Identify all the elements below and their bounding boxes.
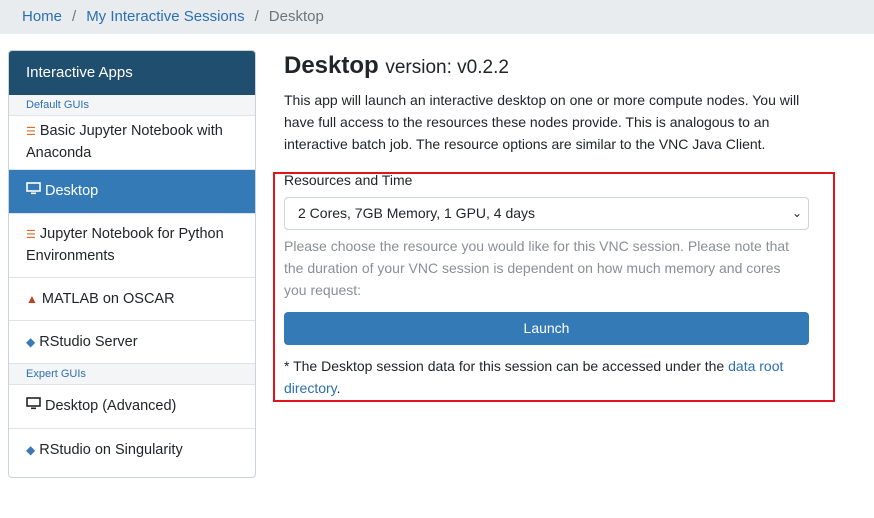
sidebar: Interactive Apps Default GUIs ☰ Basic Jup… <box>8 50 256 478</box>
sidebar-item-text: Desktop <box>45 183 99 199</box>
sidebar-item-matlab[interactable]: ▲ MATLAB on OSCAR <box>9 278 255 321</box>
rstudio-icon: ◆ <box>26 443 36 457</box>
page-title-text: Desktop <box>284 52 379 79</box>
breadcrumb-sessions-link[interactable]: My Interactive Sessions <box>86 8 244 25</box>
breadcrumb-separator: / <box>72 8 77 25</box>
rstudio-icon: ◆ <box>26 334 36 349</box>
sidebar-item-label: ☰ Jupyter Notebook for Python Environment… <box>26 224 238 267</box>
jupyter-icon: ☰ <box>26 229 36 241</box>
sidebar-item-jupyter-python[interactable]: ☰ Jupyter Notebook for Python Environment… <box>9 214 255 278</box>
matlab-icon: ▲ <box>26 291 38 306</box>
sidebar-item-text: RStudio Server <box>39 333 138 350</box>
session-data-note: * The Desktop session data for this sess… <box>284 355 804 399</box>
sidebar-item-text: Basic Jupyter Notebook with Anaconda <box>26 123 223 161</box>
breadcrumb-current: Desktop <box>268 8 324 25</box>
breadcrumb: Home / My Interactive Sessions / Desktop <box>0 0 874 34</box>
launch-button[interactable]: Launch <box>284 312 809 345</box>
sidebar-item-text: Desktop (Advanced) <box>45 398 177 414</box>
note-suffix: . <box>336 380 341 396</box>
sidebar-item-rstudio-singularity[interactable]: ◆ RStudio on Singularity <box>9 429 255 472</box>
breadcrumb-home-link[interactable]: Home <box>22 8 62 25</box>
sidebar-section-expert: Expert GUIs <box>9 364 255 385</box>
version-label: version: v0.2.2 <box>385 57 509 78</box>
jupyter-icon: ☰ <box>26 126 36 138</box>
note-text: * The Desktop session data for this sess… <box>284 358 729 374</box>
resources-help-text: Please choose the resource you would lik… <box>284 238 790 298</box>
sidebar-item-text: Jupyter Notebook for Python Environments <box>26 226 224 264</box>
sidebar-section-default: Default GUIs <box>9 95 255 116</box>
sidebar-item-desktop-advanced[interactable]: Desktop (Advanced) <box>9 385 255 429</box>
chevron-down-icon: ⌄ <box>791 206 802 220</box>
monitor-icon <box>26 181 41 202</box>
sidebar-item-desktop[interactable]: Desktop <box>9 170 255 214</box>
resources-select[interactable]: 2 Cores, 7GB Memory, 1 GPU, 4 days ⌄ <box>284 197 809 230</box>
app-description: This app will launch an interactive desk… <box>284 92 800 152</box>
resources-select-value: 2 Cores, 7GB Memory, 1 GPU, 4 days <box>298 205 536 221</box>
page-title: Desktop version: v0.2.2 <box>284 52 509 80</box>
monitor-icon <box>26 396 41 417</box>
sidebar-item-rstudio[interactable]: ◆ RStudio Server <box>9 321 255 364</box>
resources-label: Resources and Time <box>284 172 413 188</box>
sidebar-item-basic-jupyter[interactable]: ☰ Basic Jupyter Notebook with Anaconda <box>9 116 255 170</box>
sidebar-item-text: MATLAB on OSCAR <box>41 290 175 307</box>
sidebar-header: Interactive Apps <box>9 51 255 95</box>
sidebar-item-label: ☰ Basic Jupyter Notebook with Anaconda <box>26 121 238 164</box>
sidebar-item-text: RStudio on Singularity <box>39 442 183 458</box>
breadcrumb-separator: / <box>254 8 259 25</box>
